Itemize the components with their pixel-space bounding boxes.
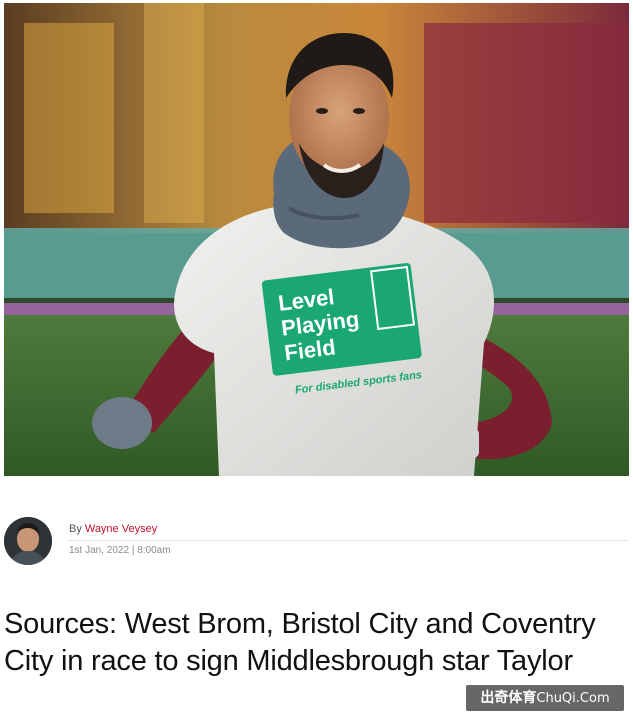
publish-date: 1st Jan, 2022 | 8:00am: [69, 545, 171, 556]
byline: By Wayne Veysey: [69, 523, 157, 535]
hero-photo-illustration: Level Playing Field For disabled sports …: [4, 3, 629, 476]
watermark: 出奇体育ChuQi.Com: [466, 685, 624, 711]
byline-prefix: By: [69, 523, 82, 535]
avatar-portrait-icon: [4, 517, 52, 565]
article-page: Level Playing Field For disabled sports …: [0, 0, 633, 721]
author-divider: [68, 540, 628, 541]
author-avatar[interactable]: [4, 517, 52, 565]
hero-image: Level Playing Field For disabled sports …: [4, 3, 629, 476]
watermark-chinese: 出奇体育: [480, 690, 537, 706]
author-block: By Wayne Veysey 1st Jan, 2022 | 8:00am: [2, 515, 628, 567]
article-headline: Sources: West Brom, Bristol City and Cov…: [4, 608, 596, 677]
author-name-link[interactable]: Wayne Veysey: [85, 523, 157, 535]
watermark-domain: ChuQi.Com: [536, 691, 610, 706]
